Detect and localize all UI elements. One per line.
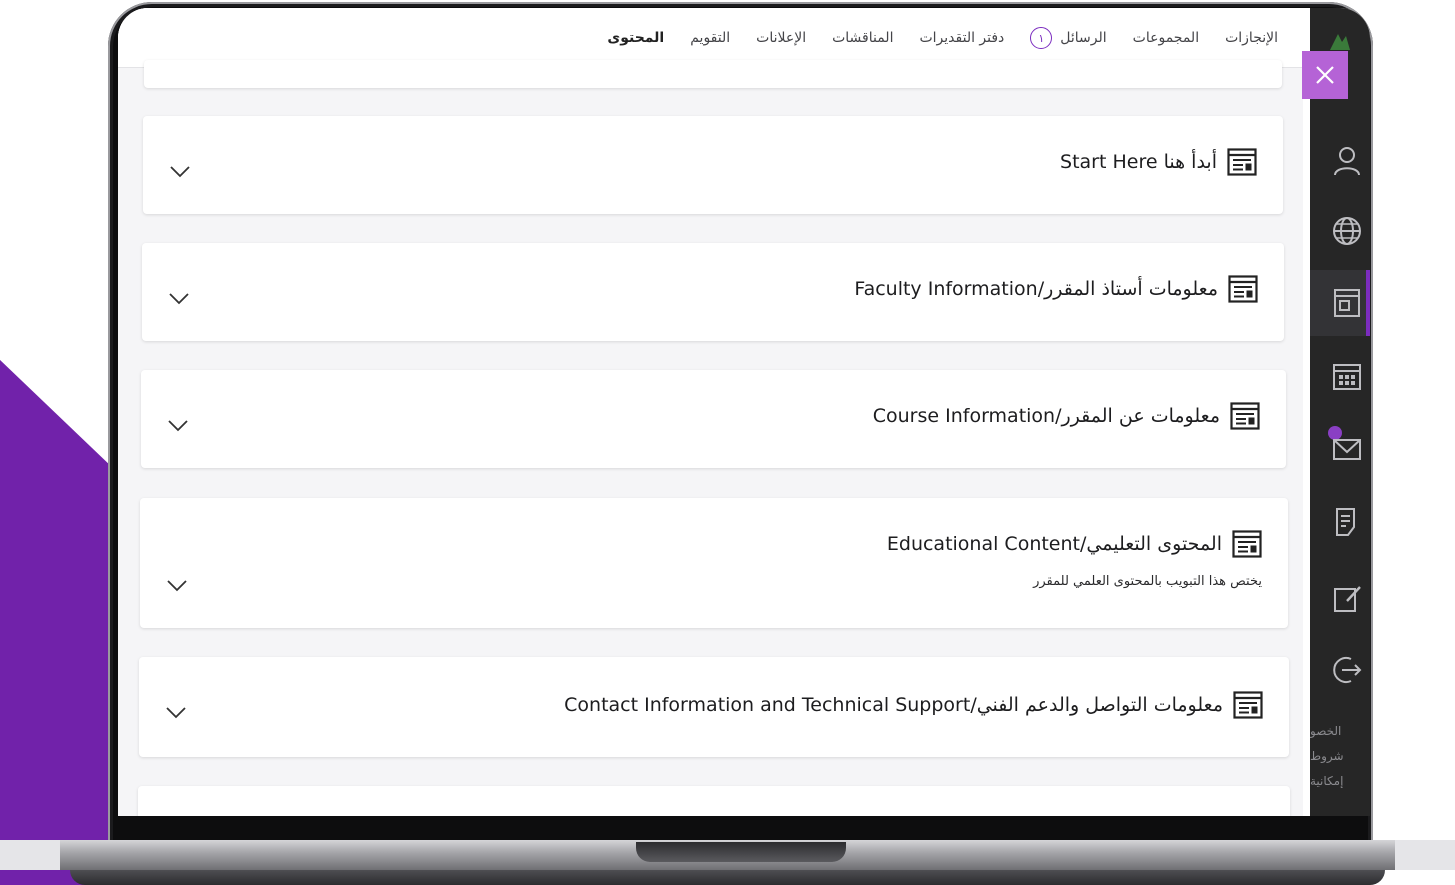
laptop-base	[0, 840, 1455, 885]
tab-label: المحتوى	[607, 30, 665, 46]
logout-icon[interactable]	[1310, 650, 1370, 690]
content-item-title: المحتوى التعليمي/Educational Content	[886, 533, 1222, 555]
content-item-title: معلومات عن المقرر/Course Information	[872, 405, 1220, 427]
tab-label: المجموعات	[1132, 30, 1200, 46]
chevron-down-icon[interactable]	[166, 285, 192, 311]
logo-icon	[1330, 34, 1350, 50]
edit-icon[interactable]	[1310, 578, 1370, 618]
course-icon[interactable]	[1310, 283, 1370, 323]
tab-label: التقويم	[690, 30, 731, 46]
stage: المحتوى التقويم الإعلانات المناقشات دفتر…	[0, 0, 1455, 885]
tab-bar: المحتوى التقويم الإعلانات المناقشات دفتر…	[594, 8, 1291, 68]
content-item-partial-top[interactable]	[144, 60, 1282, 88]
document-icon	[1233, 691, 1263, 719]
footer-link-accessibility[interactable]: إمكانية	[1310, 774, 1360, 788]
document-icon	[1232, 530, 1262, 558]
content-item-title: معلومات التواصل والدعم الفني/Contact Inf…	[564, 694, 1223, 716]
course-navigation: المحتوى التقويم الإعلانات المناقشات دفتر…	[118, 8, 1303, 68]
content-item-description: يختص هذا التبويب بالمحتوى العلمي للمقرر	[1033, 574, 1262, 589]
content-item-course-information[interactable]: معلومات عن المقرر/Course Information	[141, 370, 1286, 468]
tab-discussions[interactable]: المناقشات	[819, 8, 906, 68]
content-item-partial-bottom[interactable]	[138, 786, 1290, 816]
document-icon	[1230, 402, 1260, 430]
chevron-down-icon[interactable]	[165, 412, 191, 438]
footer-link-terms[interactable]: شروط	[1310, 749, 1360, 763]
close-icon	[1316, 66, 1334, 84]
mail-icon[interactable]	[1310, 429, 1370, 469]
tab-label: الإعلانات	[756, 30, 807, 46]
chevron-down-icon[interactable]	[163, 699, 189, 725]
tab-label: الرسائل	[1060, 30, 1107, 46]
document-icon	[1228, 275, 1258, 303]
content-item-start-here[interactable]: أبدأ هنا Start Here	[143, 116, 1283, 214]
tab-gradebook[interactable]: دفتر التقديرات	[906, 8, 1017, 68]
close-button[interactable]	[1302, 51, 1348, 99]
footer-link-privacy[interactable]: الخصو	[1310, 724, 1360, 738]
content-panel: المحتوى التقويم الإعلانات المناقشات دفتر…	[118, 8, 1303, 816]
document-icon	[1227, 148, 1257, 176]
content-item-educational-content[interactable]: المحتوى التعليمي/Educational Content يخت…	[140, 498, 1288, 628]
tab-content[interactable]: المحتوى	[594, 8, 678, 68]
content-item-title: معلومات أستاذ المقرر/Faculty Information	[854, 278, 1218, 300]
tab-messages[interactable]: الرسائل ١	[1017, 8, 1119, 68]
chevron-down-icon[interactable]	[167, 158, 193, 184]
globe-icon[interactable]	[1310, 211, 1370, 251]
chevron-down-icon[interactable]	[164, 572, 190, 598]
user-icon[interactable]	[1310, 140, 1370, 180]
screen: المحتوى التقويم الإعلانات المناقشات دفتر…	[118, 8, 1370, 816]
tab-groups[interactable]: المجموعات	[1120, 8, 1212, 68]
tab-label: المناقشات	[832, 30, 894, 46]
tab-calendar[interactable]: التقويم	[677, 8, 743, 68]
content-item-contact-information[interactable]: معلومات التواصل والدعم الفني/Contact Inf…	[139, 657, 1289, 757]
tab-announcements[interactable]: الإعلانات	[743, 8, 819, 68]
message-count-badge: ١	[1030, 27, 1053, 49]
content-item-title: أبدأ هنا Start Here	[1060, 151, 1217, 173]
content-item-faculty-information[interactable]: معلومات أستاذ المقرر/Faculty Information	[142, 243, 1284, 341]
tab-label: دفتر التقديرات	[919, 30, 1005, 46]
grades-icon[interactable]	[1310, 502, 1370, 542]
tab-achievements[interactable]: الإنجازات	[1212, 8, 1291, 68]
tab-label: الإنجازات	[1225, 30, 1278, 46]
calendar-icon[interactable]	[1310, 356, 1370, 396]
global-navigation-rail: الخصو شروط إمكانية	[1310, 8, 1370, 816]
